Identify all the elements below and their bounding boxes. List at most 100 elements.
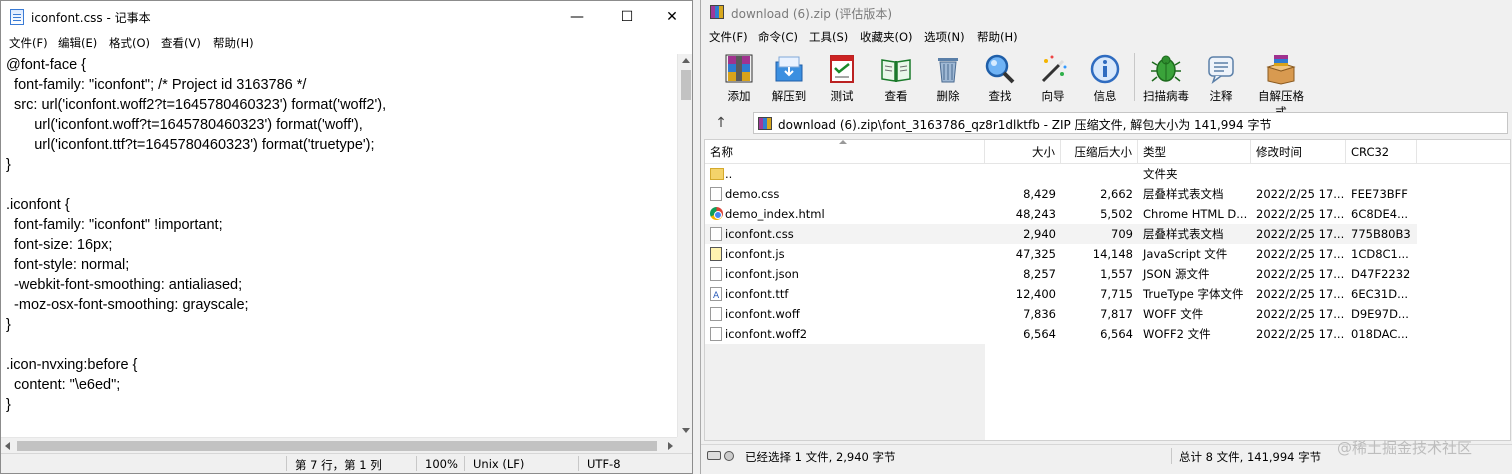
toolbar-info-button[interactable]: 信息 xyxy=(1082,51,1128,103)
file-packed-cell: 7,817 xyxy=(1100,307,1133,321)
drive-icon[interactable] xyxy=(707,451,721,460)
file-name: iconfont.json xyxy=(725,267,799,281)
toolbar-view-button[interactable]: 查看 xyxy=(873,51,919,103)
file-row[interactable]: demo_index.html 48,243 5,502 Chrome HTML D.… xyxy=(705,204,1417,224)
menu-file[interactable]: 文件(F) xyxy=(9,35,48,51)
text-line: @font-face { xyxy=(6,57,87,73)
scroll-left-arrow-icon[interactable] xyxy=(5,442,10,450)
file-name-cell: iconfont.ttf xyxy=(705,284,985,304)
text-line xyxy=(6,175,677,195)
file-name: demo_index.html xyxy=(725,207,825,221)
archive-path-field[interactable]: download (6).zip\font_3163786_qz8r1dlktf… xyxy=(753,112,1508,134)
close-button[interactable]: ✕ xyxy=(649,1,692,33)
toolbar-test-button[interactable]: 测试 xyxy=(819,51,865,103)
file-packed-cell: 5,502 xyxy=(1100,207,1133,221)
file-row[interactable]: iconfont.js 47,325 14,148 JavaScript 文件 2022… xyxy=(705,244,1417,264)
file-type-cell: JavaScript 文件 xyxy=(1143,247,1228,261)
column-header-crc[interactable]: CRC32 xyxy=(1346,140,1417,164)
menu-view[interactable]: 查看(V) xyxy=(161,35,201,51)
file-packed-cell: 7,715 xyxy=(1100,287,1133,301)
text-line: } xyxy=(6,317,11,333)
toolbar-wizard-button[interactable]: 向导 xyxy=(1030,51,1076,103)
horizontal-scrollbar[interactable] xyxy=(1,437,677,453)
file-packed-cell: 2,662 xyxy=(1100,187,1133,201)
menu-edit[interactable]: 编辑(E) xyxy=(58,35,97,51)
winrar-menu-bar: 文件(F) 命令(C) 工具(S) 收藏夹(O) 选项(N) 帮助(H) xyxy=(701,27,1512,47)
scroll-down-arrow-icon[interactable] xyxy=(682,428,690,433)
scroll-right-arrow-icon[interactable] xyxy=(668,442,673,450)
column-header-packed[interactable]: 压缩后大小 xyxy=(1061,140,1138,164)
text-line: url('iconfont.ttf?t=1645780460323') form… xyxy=(6,137,375,153)
notepad-text-area[interactable]: @font-face { font-family: "iconfont"; /*… xyxy=(1,54,677,437)
file-type-cell: 文件夹 xyxy=(1143,167,1178,181)
vertical-scroll-thumb[interactable] xyxy=(681,70,691,100)
file-row[interactable]: iconfont.ttf 12,400 7,715 TrueType 字体文件 2022… xyxy=(705,284,1417,304)
text-line: .iconfont { xyxy=(6,197,70,213)
disc-icon[interactable] xyxy=(724,451,734,461)
toolbar-delete-button[interactable]: 删除 xyxy=(925,51,971,103)
text-line: font-size: 16px; xyxy=(6,237,113,253)
wr-menu-help[interactable]: 帮助(H) xyxy=(977,29,1018,45)
file-size-cell: 47,325 xyxy=(1015,247,1056,261)
toolbar-add-button[interactable]: 添加 xyxy=(716,51,762,103)
document-icon xyxy=(710,187,722,201)
file-row[interactable]: iconfont.json 8,257 1,557 JSON 源文件 2022/2/25… xyxy=(705,264,1417,284)
file-row[interactable]: iconfont.woff2 6,564 6,564 WOFF2 文件 2022/2/2… xyxy=(705,324,1417,344)
minimize-button[interactable]: — xyxy=(554,1,600,33)
file-modified-cell: 2022/2/25 17... xyxy=(1256,187,1345,201)
column-header-modified[interactable]: 修改时间 xyxy=(1251,140,1346,164)
selection-summary: 已经选择 1 文件, 2,940 字节 xyxy=(745,450,896,464)
file-name-cell: demo.css xyxy=(705,184,985,204)
file-size-cell xyxy=(985,164,1061,184)
text-line: -moz-osx-font-smoothing: grayscale; xyxy=(6,297,249,313)
wr-menu-favorites[interactable]: 收藏夹(O) xyxy=(860,29,913,45)
toolbar-label: 查看 xyxy=(884,89,908,103)
zoom-level: 100% xyxy=(425,457,458,471)
file-crc-cell: 1CD8C1... xyxy=(1351,247,1409,261)
toolbar-sfx-button[interactable]: 自解压格式 xyxy=(1258,51,1304,119)
wr-menu-file[interactable]: 文件(F) xyxy=(709,29,748,45)
toolbar-comment-button[interactable]: 注释 xyxy=(1198,51,1244,103)
chrome-icon xyxy=(710,207,723,220)
trash-icon xyxy=(938,58,958,83)
file-row[interactable]: .. 文件夹 xyxy=(705,164,1417,184)
file-name: .. xyxy=(725,167,733,181)
text-line: src: url('iconfont.woff2?t=1645780460323… xyxy=(6,97,387,113)
vertical-scrollbar[interactable] xyxy=(677,54,692,437)
file-type-cell: JSON 源文件 xyxy=(1143,267,1210,281)
file-row[interactable]: demo.css 8,429 2,662 层叠样式表文档 2022/2/25 17...… xyxy=(705,184,1417,204)
toolbar-label: 测试 xyxy=(830,89,854,103)
horizontal-scroll-thumb[interactable] xyxy=(17,441,657,451)
line-ending: Unix (LF) xyxy=(473,457,525,471)
toolbar-find-button[interactable]: 查找 xyxy=(977,51,1023,103)
file-row[interactable]: iconfont.css 2,940 709 层叠样式表文档 2022/2/25 17.… xyxy=(705,224,1417,244)
scroll-up-arrow-icon[interactable] xyxy=(682,58,690,63)
toolbar-virus-scan-button[interactable]: 扫描病毒 xyxy=(1143,51,1189,103)
wr-menu-tools[interactable]: 工具(S) xyxy=(809,29,848,45)
file-name: iconfont.js xyxy=(725,247,785,261)
column-header-type[interactable]: 类型 xyxy=(1138,140,1251,164)
wr-menu-commands[interactable]: 命令(C) xyxy=(758,29,798,45)
file-modified-cell: 2022/2/25 17... xyxy=(1256,247,1345,261)
file-list[interactable]: 名称 大小 压缩后大小 类型 修改时间 CRC32 .. 文件夹 demo.css 8… xyxy=(704,139,1511,441)
up-folder-button[interactable]: ↑ xyxy=(711,113,731,133)
file-modified-cell: 2022/2/25 17... xyxy=(1256,307,1345,321)
status-divider xyxy=(578,456,579,471)
file-row[interactable]: iconfont.woff 7,836 7,817 WOFF 文件 2022/2/25 … xyxy=(705,304,1417,324)
file-type-cell: WOFF 文件 xyxy=(1143,307,1204,321)
add-archive-icon xyxy=(725,54,753,83)
wr-menu-options[interactable]: 选项(N) xyxy=(924,29,965,45)
toolbar-extract-to-button[interactable]: 解压到 xyxy=(766,51,812,103)
menu-help[interactable]: 帮助(H) xyxy=(213,35,254,51)
toolbar-label: 扫描病毒 xyxy=(1143,89,1189,103)
wizard-wand-icon xyxy=(1041,55,1067,83)
toolbar-label: 添加 xyxy=(727,89,751,103)
file-crc-cell: 018DAC... xyxy=(1351,327,1409,341)
file-name: demo.css xyxy=(725,187,780,201)
text-line: font-family: "iconfont"; /* Project id 3… xyxy=(6,77,307,93)
menu-format[interactable]: 格式(O) xyxy=(109,35,150,51)
maximize-button[interactable]: ☐ xyxy=(604,1,650,33)
text-line: content: "\e6ed"; xyxy=(6,377,121,393)
file-name: iconfont.css xyxy=(725,227,794,241)
column-header-size[interactable]: 大小 xyxy=(985,140,1061,164)
